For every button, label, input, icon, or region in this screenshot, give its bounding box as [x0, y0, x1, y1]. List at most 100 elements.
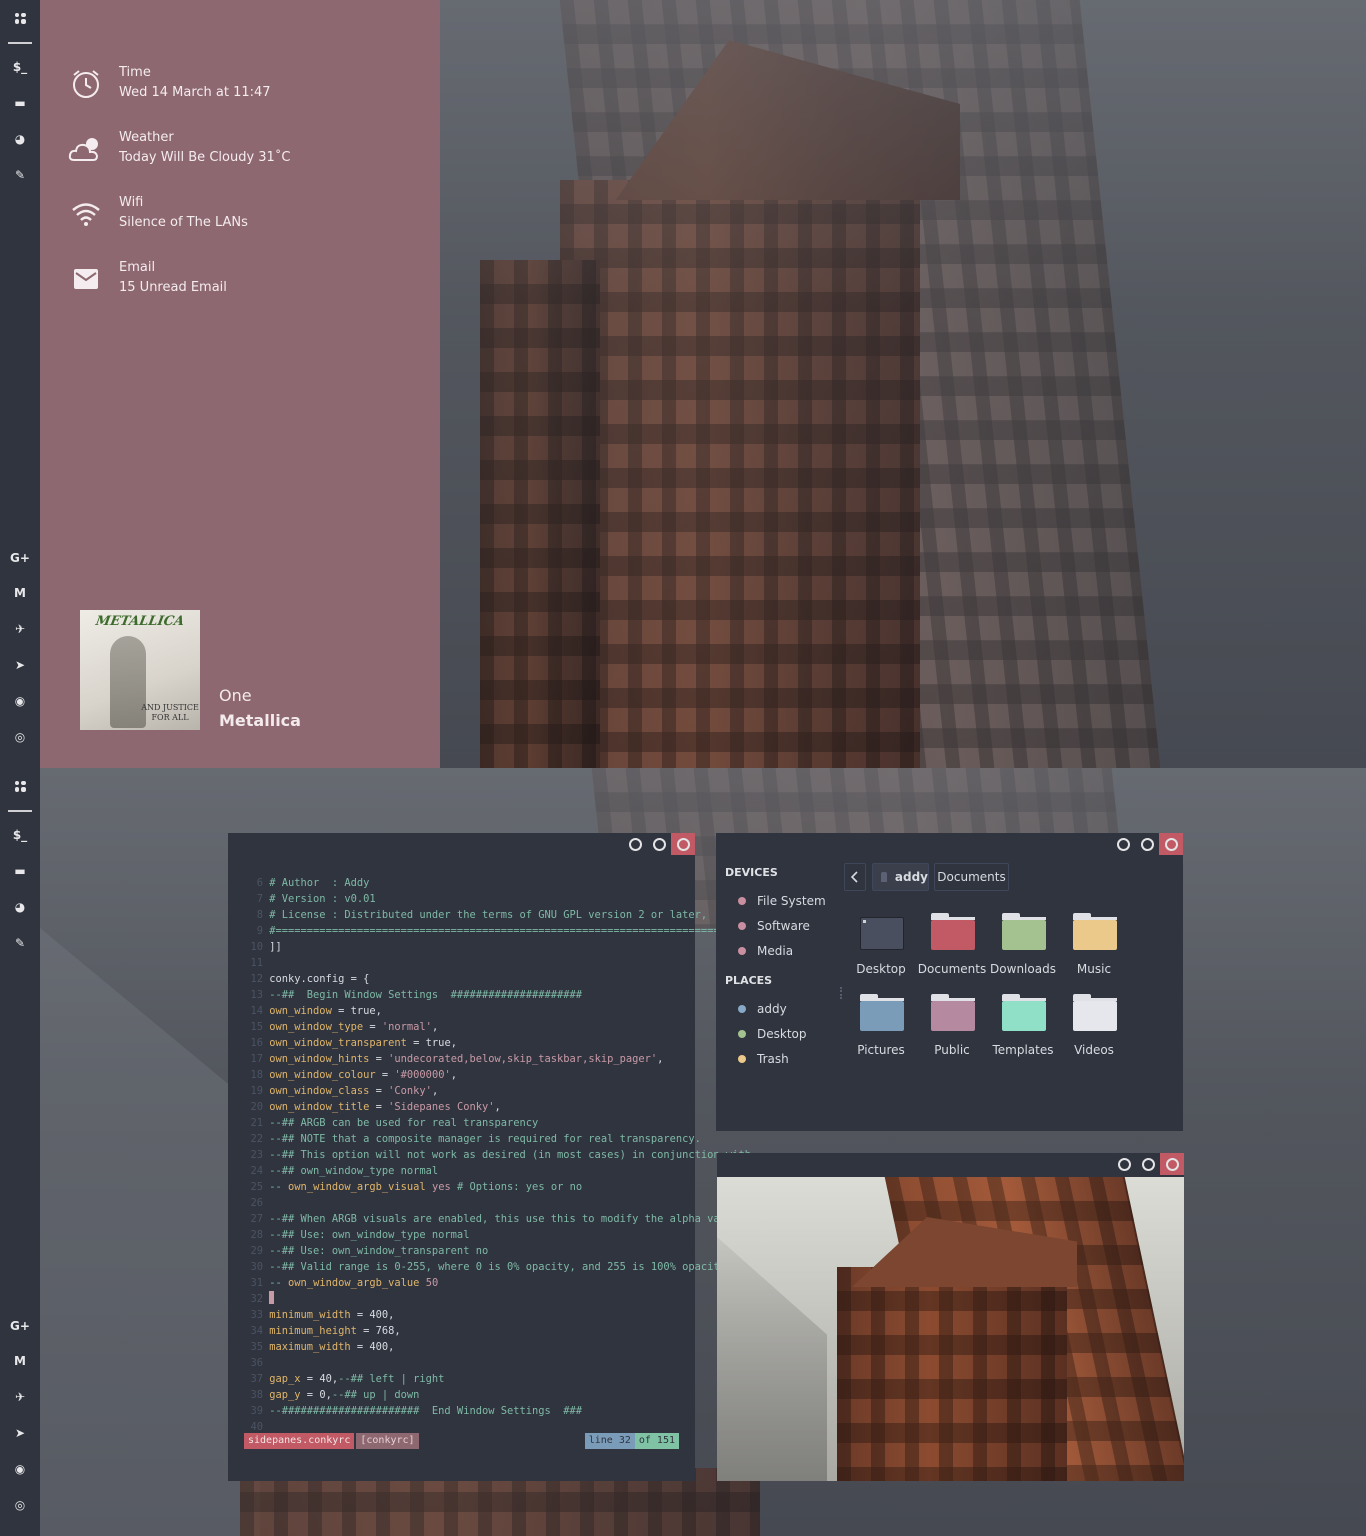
code-line[interactable]: 38 gap_y = 0,--## up | down: [250, 1387, 776, 1403]
code-line[interactable]: 26: [250, 1195, 776, 1211]
minimize-button[interactable]: [1112, 1153, 1136, 1175]
minimize-button[interactable]: [623, 833, 647, 855]
folder-item[interactable]: Templates: [988, 994, 1058, 1064]
firefox-icon[interactable]: ◕: [0, 892, 40, 922]
info-label: Email: [119, 260, 156, 275]
code-line[interactable]: 21 --## ARGB can be used for real transp…: [250, 1115, 776, 1131]
code-text: own_window_class = 'Conky',: [269, 1085, 439, 1097]
code-line[interactable]: 12 conky.config = {: [250, 971, 776, 987]
code-area[interactable]: 6 # Author : Addy 7 # Version : v0.01 8 # …: [250, 875, 776, 1435]
code-line[interactable]: 22 --## NOTE that a composite manager is…: [250, 1131, 776, 1147]
breadcrumb-current[interactable]: Documents: [934, 863, 1009, 891]
code-line[interactable]: 17 own_window_hints = 'undecorated,below…: [250, 1051, 776, 1067]
code-text: maximum_width = 400,: [269, 1341, 395, 1353]
folder-item[interactable]: Downloads: [988, 913, 1058, 983]
google-plus-icon[interactable]: G+: [0, 1311, 40, 1341]
line-number: 23: [250, 1149, 263, 1161]
code-line[interactable]: 35 maximum_width = 400,: [250, 1339, 776, 1355]
code-text: ]]: [263, 941, 282, 953]
code-line[interactable]: 27 --## When ARGB visuals are enabled, t…: [250, 1211, 776, 1227]
sidebar-item-trash[interactable]: Trash: [738, 1049, 789, 1069]
code-line[interactable]: 28 --## Use: own_window_type normal: [250, 1227, 776, 1243]
terminal-icon[interactable]: $_: [0, 820, 40, 850]
code-line[interactable]: 24 --## own_window_type normal: [250, 1163, 776, 1179]
code-line[interactable]: 20 own_window_title = 'Sidepanes Conky',: [250, 1099, 776, 1115]
folder-item[interactable]: Desktop: [846, 913, 916, 983]
github-icon[interactable]: ◉: [0, 1454, 40, 1484]
close-button[interactable]: [1159, 833, 1183, 855]
sidebar-item-file-system[interactable]: File System: [738, 891, 826, 911]
breadcrumb-home[interactable]: addy: [872, 863, 929, 891]
firefox-icon[interactable]: ◕: [0, 124, 40, 154]
folder-item[interactable]: Videos: [1059, 994, 1129, 1064]
code-line[interactable]: 36: [250, 1355, 776, 1371]
sidebar-item-desktop[interactable]: Desktop: [738, 1024, 807, 1044]
terminal-icon[interactable]: $_: [0, 52, 40, 82]
folder-item[interactable]: Music: [1059, 913, 1129, 983]
folder-item[interactable]: Documents: [917, 913, 987, 983]
code-line[interactable]: 8 # License : Distributed under the term…: [250, 907, 776, 923]
folder-icon[interactable]: ▬: [0, 88, 40, 118]
folder-icon: [1002, 1001, 1046, 1031]
code-line[interactable]: 13 --## Begin Window Settings ##########…: [250, 987, 776, 1003]
code-line[interactable]: 6 # Author : Addy: [250, 875, 776, 891]
back-button[interactable]: [844, 863, 866, 891]
pencil-icon[interactable]: ✎: [0, 160, 40, 190]
folder-item[interactable]: Public: [917, 994, 987, 1064]
code-line[interactable]: 18 own_window_colour = '#000000',: [250, 1067, 776, 1083]
pane-resize-handle[interactable]: [840, 987, 842, 999]
google-plus-icon[interactable]: G+: [0, 543, 40, 573]
telegram-icon[interactable]: ➤: [0, 1418, 40, 1448]
line-number: 11: [250, 957, 263, 969]
window-controls: [623, 833, 695, 855]
code-line[interactable]: 34 minimum_height = 768,: [250, 1323, 776, 1339]
maximize-button[interactable]: [647, 833, 671, 855]
apps-grid-icon[interactable]: [0, 771, 40, 801]
code-line[interactable]: 37 gap_x = 40,--## left | right: [250, 1371, 776, 1387]
apps-grid-icon[interactable]: [0, 3, 40, 33]
code-line[interactable]: 33 minimum_width = 400,: [250, 1307, 776, 1323]
maximize-button[interactable]: [1136, 1153, 1160, 1175]
code-line[interactable]: 11: [250, 955, 776, 971]
code-text: minimum_width = 400,: [269, 1309, 395, 1321]
code-line[interactable]: 16 own_window_transparent = true,: [250, 1035, 776, 1051]
github-icon[interactable]: ◉: [0, 686, 40, 716]
code-line[interactable]: 39 --###################### End Window S…: [250, 1403, 776, 1419]
code-line[interactable]: 31 -- own_window_argb_value 50: [250, 1275, 776, 1291]
close-button[interactable]: [1160, 1153, 1184, 1175]
line-number: 27: [250, 1213, 263, 1225]
code-line[interactable]: 25 -- own_window_argb_visual yes # Optio…: [250, 1179, 776, 1195]
info-email: Email 15 Unread Email: [66, 257, 227, 301]
reddit-icon[interactable]: ◎: [0, 1490, 40, 1520]
cloud-icon: [66, 129, 106, 169]
pencil-icon[interactable]: ✎: [0, 928, 40, 958]
pushbullet-icon[interactable]: ✈: [0, 1382, 40, 1412]
line-number: 39: [250, 1405, 263, 1417]
sidebar-item-software[interactable]: Software: [738, 916, 810, 936]
reddit-icon[interactable]: ◎: [0, 722, 40, 752]
code-line[interactable]: 15 own_window_type = 'normal',: [250, 1019, 776, 1035]
code-line[interactable]: 7 # Version : v0.01: [250, 891, 776, 907]
places-header: PLACES: [725, 974, 773, 987]
code-line[interactable]: 32: [250, 1291, 776, 1307]
code-line[interactable]: 19 own_window_class = 'Conky',: [250, 1083, 776, 1099]
telegram-icon[interactable]: ➤: [0, 650, 40, 680]
code-line[interactable]: 23 --## This option will not work as des…: [250, 1147, 776, 1163]
minimize-button[interactable]: [1111, 833, 1135, 855]
gmail-icon[interactable]: M: [0, 578, 40, 608]
code-line[interactable]: 30 --## Valid range is 0-255, where 0 is…: [250, 1259, 776, 1275]
pushbullet-icon[interactable]: ✈: [0, 614, 40, 644]
code-line[interactable]: 29 --## Use: own_window_transparent no: [250, 1243, 776, 1259]
folder-item[interactable]: Pictures: [846, 994, 916, 1064]
folder-icon[interactable]: ▬: [0, 856, 40, 886]
maximize-button[interactable]: [1135, 833, 1159, 855]
place-dot: [738, 1005, 746, 1013]
sidebar-item-addy[interactable]: addy: [738, 999, 787, 1019]
close-button[interactable]: [671, 833, 695, 855]
gmail-icon[interactable]: M: [0, 1346, 40, 1376]
code-line[interactable]: 14 own_window = true,: [250, 1003, 776, 1019]
folder-icon: [931, 920, 975, 950]
code-line[interactable]: 10 ]]: [250, 939, 776, 955]
code-line[interactable]: 9 #=====================================…: [250, 923, 776, 939]
sidebar-item-media[interactable]: Media: [738, 941, 793, 961]
